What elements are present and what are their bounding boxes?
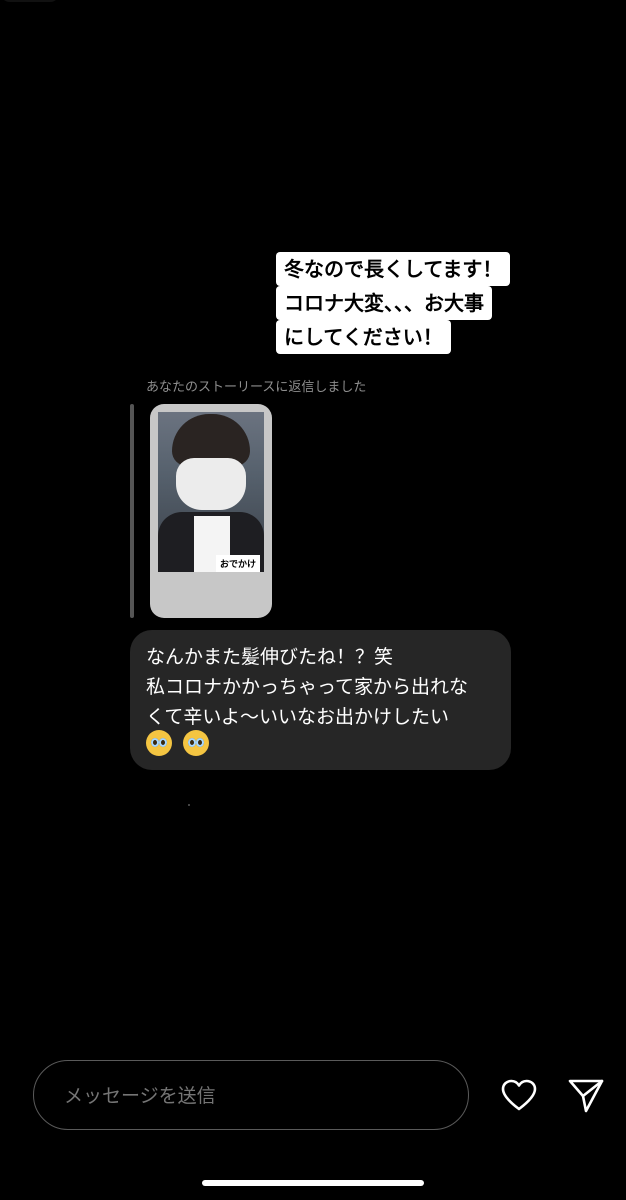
story-photo: おでかけ: [158, 412, 264, 572]
message-emoji-row: [146, 730, 215, 758]
pleading-face-icon: [183, 730, 210, 756]
message-line-1: なんかまた髪伸びたね！？笑: [146, 646, 394, 668]
home-indicator[interactable]: [202, 1180, 424, 1186]
sticker-line-2: コロナ大変、、、お大事: [276, 286, 492, 320]
heart-icon: [501, 1079, 537, 1111]
message-line-3: くて辛いよ〜いいなお出かけしたい: [146, 706, 450, 728]
photo-face-mask: [176, 458, 246, 510]
story-location-tag: おでかけ: [216, 555, 261, 572]
top-edge-decoration: [0, 0, 60, 2]
divider-dot: [188, 804, 190, 806]
paper-plane-icon: [568, 1079, 604, 1113]
message-line-2: 私コロナかかっちゃって家から出れな: [146, 676, 469, 698]
sticker-line-1: 冬なので長くしてます！: [276, 252, 511, 286]
message-bubble[interactable]: なんかまた髪伸びたね！？笑 私コロナかかっちゃって家から出れな くて辛いよ〜いい…: [130, 630, 511, 770]
replied-story-thumbnail[interactable]: おでかけ: [150, 404, 272, 618]
send-button[interactable]: [566, 1076, 606, 1116]
pleading-face-icon: [146, 730, 172, 756]
message-text: なんかまた髪伸びたね！？笑 私コロナかかっちゃって家から出れな くて辛いよ〜いい…: [146, 642, 506, 732]
message-composer[interactable]: [33, 1060, 469, 1131]
like-button[interactable]: [499, 1076, 539, 1116]
story-reply-label: あなたのストーリースに返信しました: [146, 380, 367, 395]
message-input[interactable]: [64, 1061, 444, 1131]
reply-quote-bar: [130, 404, 134, 618]
sticker-line-3: にしてください！: [276, 320, 451, 354]
